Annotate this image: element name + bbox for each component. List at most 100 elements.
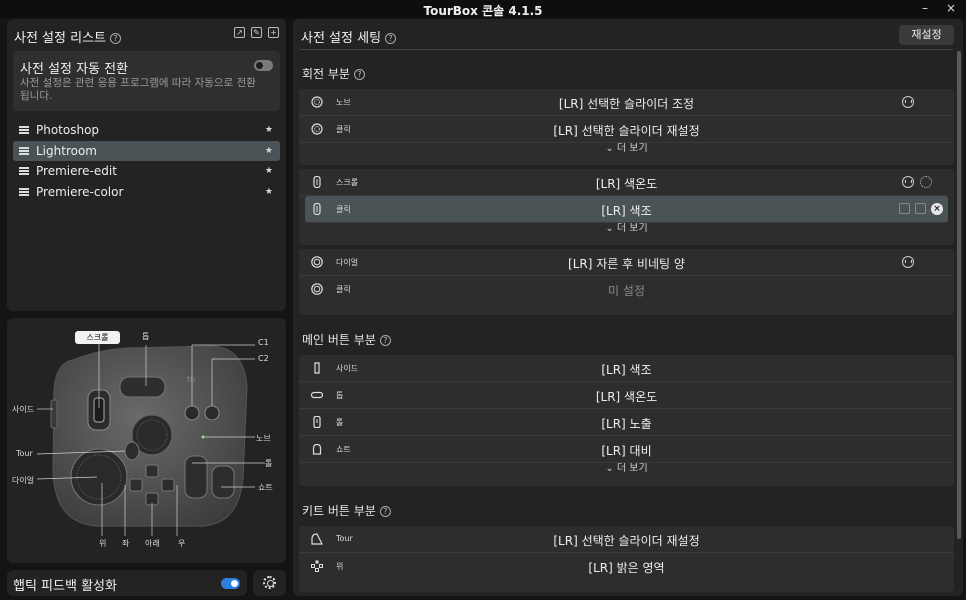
list-icon (19, 167, 29, 175)
list-icon (19, 126, 29, 134)
mapping-row[interactable]: 다이얼 [LR] 자른 후 비네팅 양 (299, 249, 954, 276)
mapping-row[interactable]: 톱 [LR] 색온도 (299, 382, 954, 409)
preset-item-premiere-edit[interactable]: Premiere-edit ★ (13, 161, 280, 182)
section-label: 회전 부분 (302, 67, 350, 81)
action-label: [LR] 색온도 (595, 177, 658, 191)
label-left: 좌 (122, 539, 130, 548)
label-up: 위 (99, 539, 107, 548)
list-icon (19, 146, 29, 155)
auto-switch-box: 사전 설정 자동 전환 사전 설정은 관련 응용 프로그램에 따라 자동으로 전… (13, 51, 280, 111)
gear-icon (263, 576, 276, 589)
mapping-row[interactable]: Tour [LR] 선택한 슬라이더 재설정 (299, 526, 954, 553)
reset-button[interactable]: 재설정 (899, 25, 954, 45)
section-main-buttons-title: 메인 버튼 부분? (302, 331, 391, 348)
mapping-row[interactable]: 노브 [LR] 선택한 슬라이더 조정 (299, 89, 954, 116)
haptic-icon[interactable] (902, 176, 914, 188)
label-c2: C2 (258, 354, 269, 363)
help-icon[interactable]: ? (385, 33, 397, 44)
mapping-row[interactable]: 스크롤 [LR] 색온도 (299, 169, 954, 196)
auto-switch-toggle[interactable] (254, 60, 273, 71)
preset-label: Photoshop (36, 123, 100, 137)
preset-item-photoshop[interactable]: Photoshop ★ (13, 120, 280, 141)
action-label: [LR] 선택한 슬라이더 재설정 (553, 124, 700, 138)
action-label: [LR] 색조 (601, 204, 652, 218)
action-label: [LR] 색온도 (595, 390, 658, 404)
action-label: [LR] 밝은 영역 (588, 561, 665, 575)
haptic-icon[interactable] (902, 96, 914, 108)
star-icon[interactable]: ★ (265, 141, 273, 161)
preset-tools: ↗ ✎ + (234, 27, 279, 38)
label-right: 우 (178, 539, 186, 548)
divider (300, 49, 953, 50)
section-rotation-title: 회전 부분? (302, 65, 365, 82)
action-label: [LR] 노출 (601, 417, 652, 431)
label-dial: 다이얼 (12, 476, 35, 485)
tourbox-device-illustration: tb (36, 344, 265, 536)
haptic-icon[interactable] (902, 256, 914, 268)
preset-list-panel: 사전 설정 리스트? ↗ ✎ + 사전 설정 자동 전환 사전 설정은 관련 응… (7, 19, 286, 311)
svg-text:tb: tb (187, 375, 195, 384)
settings-title: 사전 설정 세팅 (301, 31, 382, 46)
action-label: 미 설정 (608, 284, 645, 298)
mapping-row[interactable]: 위 [LR] 밝은 영역 (299, 553, 954, 580)
action-label: [LR] 색조 (601, 363, 652, 377)
label-c1: C1 (258, 338, 269, 347)
preset-list-title: 사전 설정 리스트 (14, 31, 106, 46)
export-icon[interactable]: ↗ (234, 27, 245, 38)
haptic-label: 햅틱 피드백 활성화 (13, 579, 117, 594)
haptic-toggle[interactable] (221, 578, 240, 589)
preset-label: Premiere-edit (36, 164, 117, 178)
mapping-row[interactable]: 클릭 미 설정 (299, 276, 954, 303)
speed-icon[interactable] (920, 176, 932, 188)
help-icon[interactable]: ? (353, 69, 365, 80)
help-icon[interactable]: ? (379, 506, 391, 517)
settings-gear-button[interactable] (253, 570, 286, 596)
title-bar: TourBox 콘솔 4.1.5 – × (0, 0, 966, 18)
mapping-row[interactable]: 톨 [LR] 노출 (299, 409, 954, 436)
clear-icon[interactable]: × (931, 203, 943, 215)
preset-list: Photoshop ★ Lightroom ★ Premiere-edit ★ … (13, 120, 280, 202)
scrollbar[interactable] (957, 51, 961, 539)
haptic-feedback-bar: 햅틱 피드백 활성화 (7, 570, 247, 596)
section-kit-buttons-title: 키트 버튼 부분? (302, 502, 391, 519)
label-knob: 노브 (256, 434, 271, 443)
mapping-row[interactable]: 사이드 [LR] 색조 (299, 355, 954, 382)
section-label: 키트 버튼 부분 (302, 504, 376, 518)
show-more-link[interactable]: ⌄ 더 보기 (299, 463, 954, 476)
preset-item-lightroom[interactable]: Lightroom ★ (13, 140, 280, 161)
knob-group: 노브 [LR] 선택한 슬라이더 조정 클릭 [LR] 선택한 슬라이더 재설정… (299, 89, 954, 165)
show-more-link[interactable]: ⌄ 더 보기 (299, 143, 954, 156)
copy-icon[interactable] (915, 203, 926, 214)
action-label: [LR] 선택한 슬라이더 재설정 (553, 534, 700, 548)
add-icon[interactable]: + (268, 27, 279, 38)
auto-switch-description: 사전 설정은 관련 응용 프로그램에 따라 자동으로 전환됩니다. (20, 77, 256, 102)
star-icon[interactable]: ★ (265, 182, 273, 202)
edit-icon[interactable]: ✎ (251, 27, 262, 38)
mapping-row[interactable]: 클릭 [LR] 선택한 슬라이더 재설정 (299, 116, 954, 143)
label-tall: 톨 (265, 459, 273, 468)
mapping-row-selected[interactable]: 클릭 [LR] 색조 × (305, 196, 948, 223)
minimize-button[interactable]: – (916, 0, 934, 18)
show-more-link[interactable]: ⌄ 더 보기 (299, 223, 954, 236)
preset-label: Premiere-color (36, 184, 124, 199)
scroll-label-chip: 스크롤 (75, 331, 120, 344)
device-diagram-panel: tb 스크롤 톱 C1 C2 사이드 노브 Tour 톨 다이얼 쇼트 위 좌 … (7, 318, 286, 563)
action-label: [LR] 자른 후 비네팅 양 (568, 257, 685, 271)
preset-item-premiere-color[interactable]: Premiere-color ★ (13, 182, 280, 203)
section-label: 메인 버튼 부분 (302, 333, 376, 347)
label-tour: Tour (16, 449, 33, 458)
edit-icon[interactable] (899, 203, 910, 214)
star-icon[interactable]: ★ (265, 161, 273, 181)
scroll-group: 스크롤 [LR] 색온도 클릭 [LR] 색조 × ⌄ 더 보기 (299, 169, 954, 245)
help-icon[interactable]: ? (379, 335, 391, 346)
list-icon (19, 187, 29, 196)
mapping-row[interactable]: 쇼트 [LR] 대비 (299, 436, 954, 463)
preset-settings-panel: 사전 설정 세팅? 재설정 회전 부분? 노브 [LR] 선택한 슬라이더 조정… (293, 19, 963, 596)
help-icon[interactable]: ? (110, 33, 121, 44)
label-top: 톱 (142, 332, 150, 341)
star-icon[interactable]: ★ (265, 120, 273, 140)
close-button[interactable]: × (942, 0, 960, 18)
main-buttons-group: 사이드 [LR] 색조 톱 [LR] 색온도 톨 [LR] 노출 쇼트 [LR]… (299, 355, 954, 486)
label-down: 아래 (145, 539, 160, 548)
dial-group: 다이얼 [LR] 자른 후 비네팅 양 클릭 미 설정 (299, 249, 954, 315)
